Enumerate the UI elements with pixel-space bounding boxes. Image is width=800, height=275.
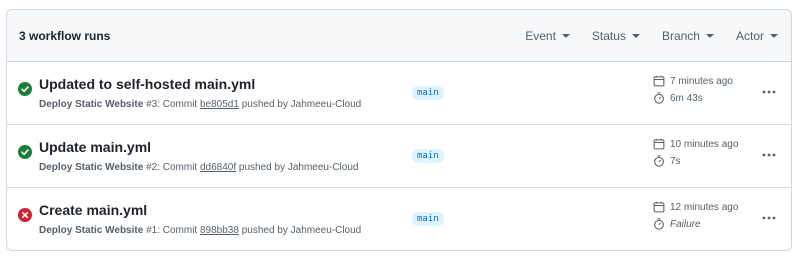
branch-filter-label: Branch bbox=[661, 28, 700, 43]
actor-text: pushed by Jahmeeu-Cloud bbox=[238, 225, 362, 236]
runs-header: 3 workflow runs Event Status Branch Acto… bbox=[7, 10, 791, 62]
run-title-link[interactable]: Update main.yml bbox=[39, 139, 151, 155]
commit-sha-link[interactable]: 898bb38 bbox=[200, 225, 239, 236]
caret-down-icon bbox=[561, 33, 570, 38]
more-options-button[interactable] bbox=[759, 210, 779, 226]
duration: 7s bbox=[670, 155, 681, 167]
event-filter[interactable]: Event bbox=[525, 29, 570, 43]
caret-down-icon bbox=[770, 33, 778, 38]
calendar-icon bbox=[653, 75, 665, 87]
commit-prefix: : Commit bbox=[157, 162, 200, 173]
time-ago: 7 minutes ago bbox=[670, 75, 733, 87]
kebab-horizontal-icon bbox=[762, 153, 776, 157]
time-ago: 12 minutes ago bbox=[670, 201, 739, 213]
run-number: #3 bbox=[146, 99, 158, 110]
run-title-link[interactable]: Create main.yml bbox=[39, 202, 147, 218]
run-duration: 6m 43s bbox=[653, 92, 703, 104]
run-date: 12 minutes ago bbox=[653, 201, 738, 213]
actor-filter[interactable]: Actor bbox=[736, 29, 778, 43]
run-date: 7 minutes ago bbox=[653, 75, 733, 87]
check-circle-icon bbox=[18, 145, 32, 159]
run-number: #2 bbox=[146, 162, 158, 173]
caret-down-icon bbox=[631, 33, 640, 38]
stopwatch-icon bbox=[654, 218, 664, 230]
stopwatch-icon bbox=[654, 155, 664, 167]
run-meta: Deploy Static Website #3: Commit be805d1… bbox=[39, 99, 361, 110]
workflow-name: Deploy Static Website bbox=[39, 99, 144, 110]
event-filter-label: Event bbox=[525, 28, 556, 43]
workflow-run-row[interactable]: Updated to self-hosted main.yml Deploy S… bbox=[7, 62, 791, 125]
caret-down-icon bbox=[705, 33, 714, 38]
run-number: #1 bbox=[146, 225, 158, 236]
actor-text: pushed by Jahmeeu-Cloud bbox=[236, 162, 359, 173]
commit-sha-link[interactable]: dd6840f bbox=[200, 162, 236, 173]
actor-text: pushed by Jahmeeu-Cloud bbox=[238, 99, 362, 110]
run-date: 10 minutes ago bbox=[653, 138, 738, 150]
workflow-run-row[interactable]: Update main.yml Deploy Static Website #2… bbox=[7, 125, 791, 188]
calendar-icon bbox=[653, 138, 665, 150]
x-circle-icon bbox=[18, 208, 32, 222]
run-meta: Deploy Static Website #1: Commit 898bb38… bbox=[39, 225, 361, 236]
more-options-button[interactable] bbox=[759, 84, 779, 100]
commit-prefix: : Commit bbox=[157, 99, 200, 110]
run-duration: Failure bbox=[653, 218, 701, 230]
kebab-horizontal-icon bbox=[762, 90, 776, 94]
commit-prefix: : Commit bbox=[157, 225, 200, 236]
duration: 6m 43s bbox=[670, 92, 703, 104]
commit-sha-link[interactable]: be805d1 bbox=[200, 99, 239, 110]
workflow-name: Deploy Static Website bbox=[39, 225, 144, 236]
check-circle-icon bbox=[18, 82, 32, 96]
more-options-button[interactable] bbox=[759, 147, 779, 163]
run-title-link[interactable]: Updated to self-hosted main.yml bbox=[39, 76, 255, 92]
stopwatch-icon bbox=[654, 92, 664, 104]
branch-badge[interactable]: main bbox=[412, 86, 444, 100]
workflow-runs-count: 3 workflow runs bbox=[19, 28, 111, 43]
time-ago: 10 minutes ago bbox=[670, 138, 739, 150]
branch-badge[interactable]: main bbox=[412, 149, 444, 163]
run-meta: Deploy Static Website #2: Commit dd6840f… bbox=[39, 162, 358, 173]
filter-bar: Event Status Branch Actor bbox=[503, 29, 778, 43]
workflow-name: Deploy Static Website bbox=[39, 162, 144, 173]
branch-filter[interactable]: Branch bbox=[662, 29, 714, 43]
workflow-run-row[interactable]: Create main.yml Deploy Static Website #1… bbox=[7, 188, 791, 250]
kebab-horizontal-icon bbox=[762, 216, 776, 220]
status-filter-label: Status bbox=[591, 28, 626, 43]
calendar-icon bbox=[653, 201, 665, 213]
branch-badge[interactable]: main bbox=[412, 212, 444, 226]
workflow-runs-panel: 3 workflow runs Event Status Branch Acto… bbox=[6, 9, 792, 251]
status-filter[interactable]: Status bbox=[592, 29, 640, 43]
duration: Failure bbox=[670, 218, 701, 230]
run-duration: 7s bbox=[653, 155, 681, 167]
actor-filter-label: Actor bbox=[735, 28, 764, 43]
